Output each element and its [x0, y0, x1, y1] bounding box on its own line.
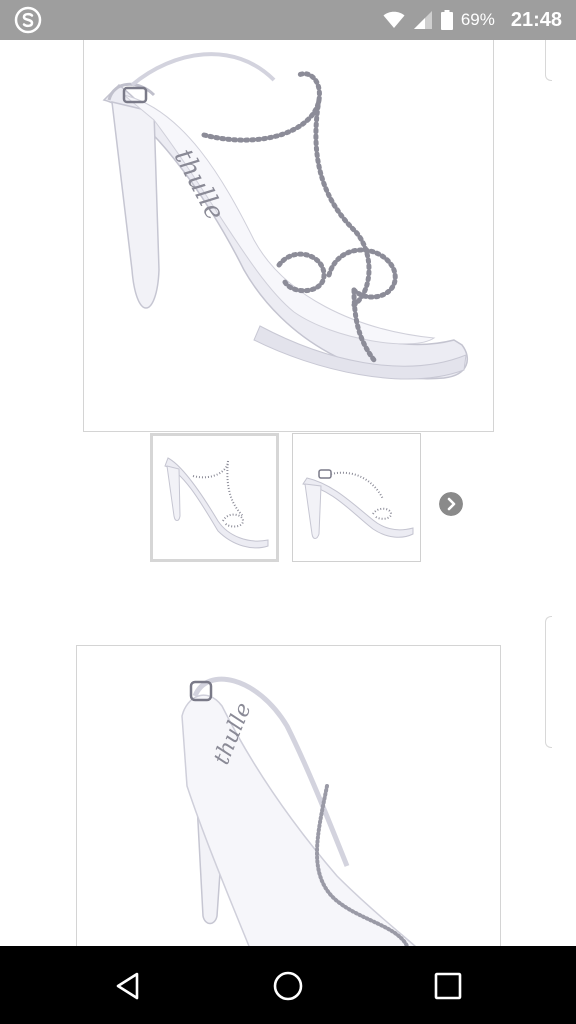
recents-button[interactable]	[418, 960, 478, 1012]
status-bar: 69% 21:48	[0, 0, 576, 40]
navigation-bar	[0, 946, 576, 1024]
cellular-signal-icon	[413, 11, 432, 29]
sandal-illustration: thulle	[102, 52, 469, 380]
thumbnail-1[interactable]	[150, 433, 279, 562]
back-triangle-icon	[116, 972, 139, 1000]
product-second-image[interactable]: thulle	[76, 645, 501, 946]
side-panel-edge[interactable]	[545, 616, 552, 748]
slingback-sandal-illustration: thulle	[181, 676, 417, 946]
product-main-image[interactable]: thulle	[83, 40, 494, 432]
chevron-right-circle-icon[interactable]	[439, 492, 463, 516]
wifi-icon	[383, 11, 405, 28]
web-page-content[interactable]: thulle thulle	[0, 40, 576, 946]
s-circle-icon	[14, 6, 42, 34]
side-panel-edge[interactable]	[545, 40, 552, 81]
home-circle-icon	[273, 971, 303, 1001]
recents-square-icon	[434, 972, 462, 1000]
thumbnail-sandal-image	[302, 469, 414, 539]
thumbnail-sandal-image	[164, 457, 269, 549]
home-button[interactable]	[258, 960, 318, 1012]
thumbnail-2[interactable]	[292, 433, 421, 562]
battery-icon	[440, 10, 453, 30]
thumbnail-strip	[150, 433, 470, 565]
battery-percent: 69%	[460, 10, 495, 29]
clock: 21:48	[510, 8, 562, 31]
back-button[interactable]	[98, 960, 158, 1012]
